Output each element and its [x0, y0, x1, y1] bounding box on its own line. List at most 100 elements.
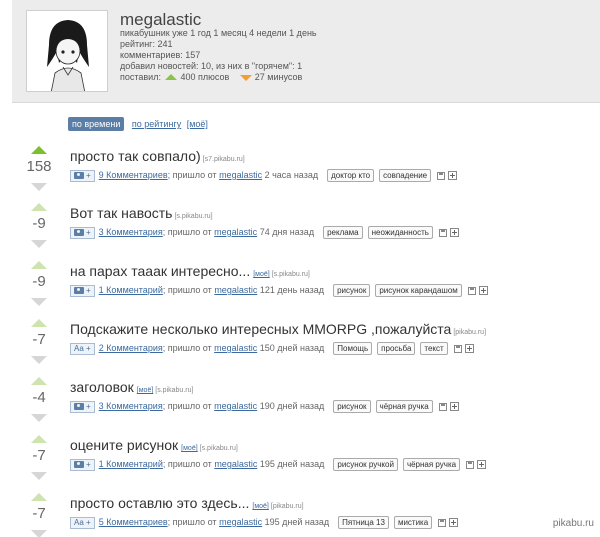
- plus-triangle-icon: [165, 74, 178, 80]
- downvote-arrow-icon[interactable]: [31, 240, 47, 248]
- profile-username: megalastic: [120, 10, 202, 29]
- tag-link[interactable]: Помощь: [333, 342, 373, 356]
- comments-link[interactable]: 3 Комментария: [99, 401, 163, 411]
- tag-link[interactable]: совпадение: [379, 169, 432, 183]
- save-icon[interactable]: [438, 402, 447, 411]
- avatar[interactable]: [26, 10, 108, 92]
- tag-link[interactable]: рисунок ручкой: [333, 458, 398, 472]
- camera-icon: [74, 171, 84, 179]
- post-meta: +3 Комментария; пришло от megalastic 74 …: [70, 226, 459, 240]
- tag-link[interactable]: Пятница 13: [338, 516, 389, 530]
- save-icon[interactable]: [437, 171, 446, 180]
- post-item: -9 Вот так навость [s.pikabu.ru] +3 Коммент…: [0, 203, 600, 261]
- save-icon[interactable]: [453, 344, 462, 353]
- expand-plus-icon[interactable]: [477, 460, 487, 470]
- media-type-button[interactable]: +: [70, 169, 95, 182]
- media-type-button[interactable]: +: [70, 284, 95, 297]
- post-item: 158 просто так совпало) [s7.pikabu.ru] +9 К…: [0, 146, 600, 204]
- post-meta: +3 Комментария; пришло от megalastic 190…: [70, 400, 459, 414]
- upvote-arrow-icon[interactable]: [31, 146, 47, 154]
- downvote-arrow-icon[interactable]: [31, 414, 47, 422]
- post-source: [s.pikabu.ru]: [155, 387, 194, 394]
- upvote-arrow-icon[interactable]: [31, 319, 47, 327]
- tag-link[interactable]: доктор кто: [327, 169, 375, 183]
- comments-link[interactable]: 9 Комментариев: [99, 170, 168, 180]
- media-type-button[interactable]: +: [70, 458, 95, 471]
- comments-link[interactable]: 3 Комментария: [99, 227, 163, 237]
- media-type-button[interactable]: +: [70, 226, 95, 239]
- post-title-link[interactable]: Вот так навость: [70, 205, 172, 221]
- save-icon[interactable]: [438, 518, 447, 527]
- mine-marker-link[interactable]: [моё]: [181, 445, 198, 452]
- post-title-link[interactable]: оцените рисунок: [70, 437, 178, 453]
- expand-plus-icon[interactable]: [448, 171, 458, 181]
- post-title: оцените рисунок [моё] [s.pikabu.ru]: [70, 437, 238, 453]
- upvote-arrow-icon[interactable]: [31, 377, 47, 385]
- tag-link[interactable]: рисунок: [333, 400, 371, 414]
- post-title-link[interactable]: просто так совпало): [70, 148, 201, 164]
- downvote-arrow-icon[interactable]: [31, 298, 47, 306]
- save-icon[interactable]: [438, 228, 447, 237]
- author-link[interactable]: megalastic: [214, 343, 257, 353]
- upvote-arrow-icon[interactable]: [31, 435, 47, 443]
- mine-marker-link[interactable]: [моё]: [137, 387, 154, 394]
- media-label: +: [86, 285, 91, 295]
- post-title-link[interactable]: просто оставлю это здесь...: [70, 495, 249, 511]
- post-title-link[interactable]: Подскажите несколько интересных MMORPG ,…: [70, 321, 451, 337]
- author-link[interactable]: megalastic: [219, 517, 262, 527]
- sort-by-time-tab[interactable]: по времени: [68, 117, 125, 131]
- expand-plus-icon[interactable]: [449, 518, 459, 528]
- mine-marker-link[interactable]: [моё]: [253, 271, 270, 278]
- post-title-link[interactable]: заголовок: [70, 379, 134, 395]
- expand-plus-icon[interactable]: [464, 344, 474, 354]
- expand-plus-icon[interactable]: [478, 286, 488, 296]
- post-age: 121 день назад: [259, 285, 325, 295]
- tag-link[interactable]: рисунок карандашом: [375, 284, 462, 298]
- downvote-arrow-icon[interactable]: [31, 183, 47, 191]
- mine-marker-link[interactable]: [моё]: [252, 503, 269, 510]
- author-link[interactable]: megalastic: [219, 170, 262, 180]
- media-type-button[interactable]: +: [70, 400, 95, 413]
- sort-by-rating-link[interactable]: по рейтингу: [132, 119, 181, 129]
- save-icon[interactable]: [467, 286, 476, 295]
- tag-link[interactable]: чёрная ручка: [402, 458, 461, 472]
- expand-plus-icon[interactable]: [449, 228, 459, 238]
- author-link[interactable]: megalastic: [214, 401, 257, 411]
- post-title-link[interactable]: на парах тааак интересно...: [70, 263, 250, 279]
- post-age: 195 дней назад: [259, 459, 325, 469]
- author-link[interactable]: megalastic: [214, 227, 257, 237]
- post-score: -4: [32, 389, 46, 406]
- upvote-arrow-icon[interactable]: [31, 203, 47, 211]
- camera-icon: [74, 402, 84, 410]
- upvote-arrow-icon[interactable]: [31, 261, 47, 269]
- downvote-arrow-icon[interactable]: [31, 530, 47, 537]
- author-link[interactable]: megalastic: [214, 459, 257, 469]
- tag-link[interactable]: реклама: [323, 226, 363, 240]
- comments-link[interactable]: 2 Комментария: [99, 343, 163, 353]
- comments-link[interactable]: 1 Комментарий: [99, 459, 163, 469]
- media-type-button[interactable]: Aa +: [70, 342, 95, 355]
- author-link[interactable]: megalastic: [214, 285, 257, 295]
- tag-link[interactable]: мистика: [393, 516, 433, 530]
- tag-link[interactable]: чёрная ручка: [375, 400, 433, 414]
- upvote-arrow-icon[interactable]: [31, 493, 47, 501]
- tag-link[interactable]: текст: [420, 342, 448, 356]
- tag-link[interactable]: рисунок: [333, 284, 371, 298]
- post-age: 190 дней назад: [259, 401, 325, 411]
- comments-link[interactable]: 1 Комментарий: [99, 285, 163, 295]
- save-icon[interactable]: [466, 460, 475, 469]
- expand-plus-icon[interactable]: [449, 402, 459, 412]
- text-post-icon: Aa +: [74, 517, 91, 527]
- minus-count: 27 минусов: [254, 72, 303, 82]
- downvote-arrow-icon[interactable]: [31, 356, 47, 364]
- tag-link[interactable]: неожиданность: [367, 226, 433, 240]
- camera-icon: [74, 228, 84, 236]
- sort-mine-link[interactable]: [моё]: [187, 119, 208, 129]
- comments-link[interactable]: 5 Комментариев: [99, 517, 168, 527]
- post-meta: +1 Комментарий; пришло от megalastic 121…: [70, 284, 488, 298]
- tag-link[interactable]: просьба: [377, 342, 416, 356]
- downvote-arrow-icon[interactable]: [31, 472, 47, 480]
- came-from-text: ; пришло от: [162, 401, 212, 411]
- post-score: -7: [32, 505, 46, 522]
- media-type-button[interactable]: Aa +: [70, 516, 95, 529]
